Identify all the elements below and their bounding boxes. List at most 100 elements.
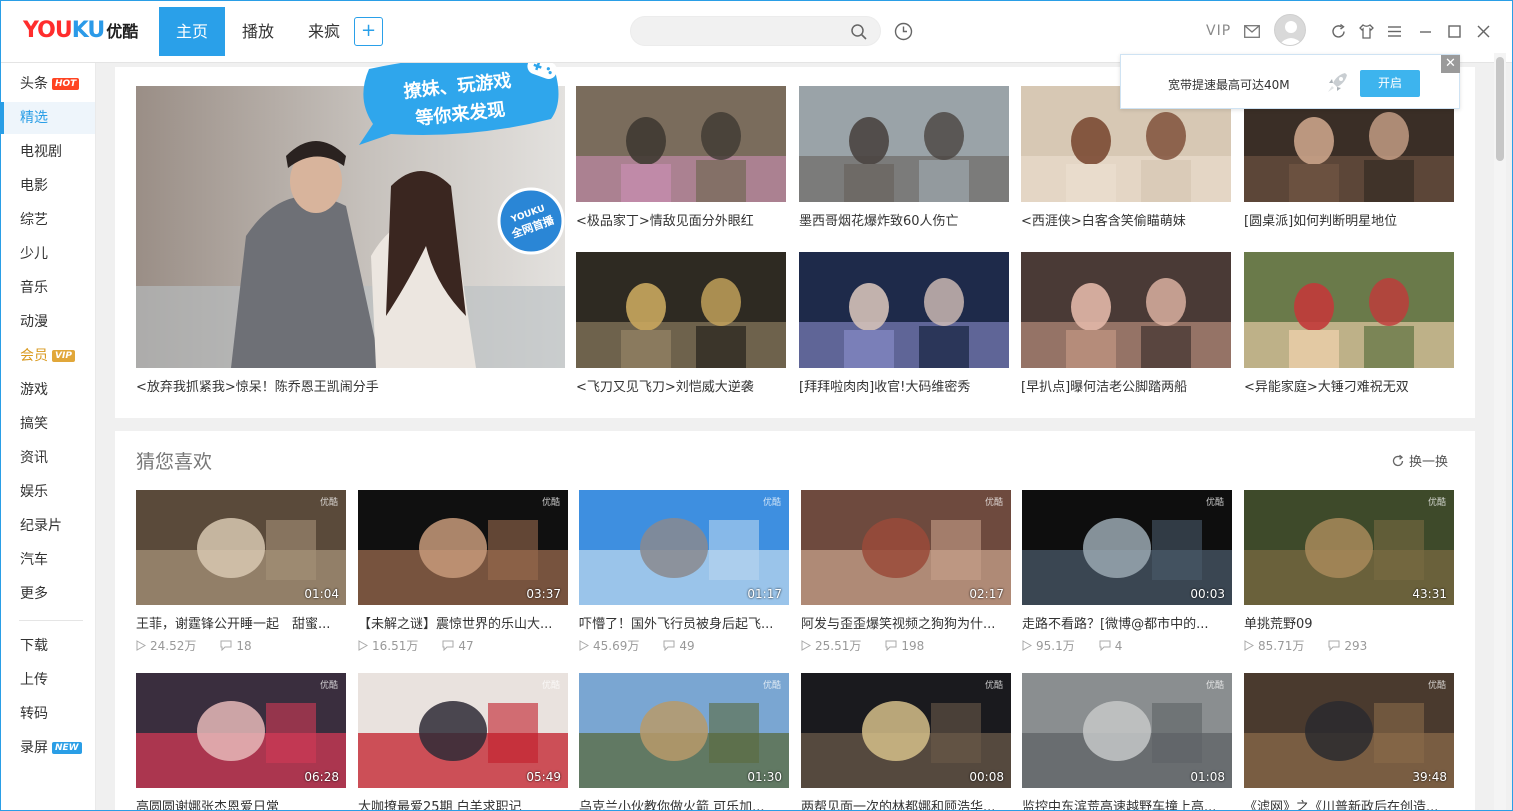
video-thumbnail[interactable]: 优酷 01:04 (136, 490, 346, 605)
featured-caption[interactable]: [拜拜啦肉肉]收官!大码维密秀 (799, 376, 1009, 395)
sidebar-item-transcode[interactable]: 转码 (1, 698, 95, 730)
sidebar-item-headline[interactable]: 头条 HOT (1, 68, 95, 100)
youku-window: YOUKU 优酷 主页 播放 来疯 + VIP 头条 HOT 精选 电视剧 电影… (0, 0, 1513, 811)
video-title[interactable]: 阿发与歪歪爆笑视频之狗狗为什... (801, 613, 1011, 632)
close-icon[interactable] (1475, 23, 1492, 40)
video-meta: 95.1万 4 (1022, 637, 1126, 654)
video-title[interactable]: 走路不看路？[微博@都市中的... (1022, 613, 1232, 632)
sidebar-item-anime[interactable]: 动漫 (1, 306, 95, 338)
play-count-icon (136, 640, 146, 651)
video-thumbnail[interactable]: 优酷 01:30 (579, 673, 789, 788)
video-views: 95.1万 (1036, 639, 1075, 653)
menu-icon[interactable] (1386, 23, 1403, 40)
add-tab-button[interactable]: + (354, 17, 383, 46)
sidebar-item-featured[interactable]: 精选 (1, 102, 95, 134)
logo-en: YOUKU (23, 18, 105, 43)
sidebar-item-music[interactable]: 音乐 (1, 272, 95, 304)
featured-image (799, 252, 1009, 368)
search-box (630, 16, 881, 46)
video-duration: 39:48 (1412, 770, 1447, 784)
video-title[interactable]: 大咖撩最爱25期 白羊求职记 (358, 796, 568, 810)
featured-main-caption[interactable]: <放弃我抓紧我>惊呆！陈乔恩王凯闹分手 (136, 376, 565, 395)
tab-home[interactable]: 主页 (159, 7, 225, 56)
video-meta: 24.52万 18 (136, 637, 256, 654)
video-title[interactable]: 高圆圆谢娜张杰恩爱日常 (136, 796, 346, 810)
featured-thumbnail[interactable] (576, 86, 786, 202)
sidebar-item-documentary[interactable]: 纪录片 (1, 510, 95, 542)
skin-shirt-icon[interactable] (1358, 23, 1375, 40)
video-duration: 01:17 (747, 587, 782, 601)
sidebar-item-auto[interactable]: 汽车 (1, 544, 95, 576)
video-thumbnail[interactable]: 优酷 01:08 (1022, 673, 1232, 788)
featured-caption[interactable]: <异能家庭>大锤刁难祝无双 (1244, 376, 1454, 395)
sidebar-item-download[interactable]: 下载 (1, 630, 95, 662)
video-watermark: 优酷 (1205, 498, 1224, 508)
scrollbar-thumb[interactable] (1496, 57, 1504, 161)
featured-thumbnail[interactable] (576, 252, 786, 368)
video-thumbnail[interactable]: 优酷 05:49 (358, 673, 568, 788)
video-thumbnail[interactable]: 优酷 02:17 (801, 490, 1011, 605)
maximize-icon[interactable] (1446, 23, 1463, 40)
featured-caption[interactable]: 墨西哥烟花爆炸致60人伤亡 (799, 210, 1009, 229)
comment-icon (442, 640, 454, 651)
sidebar-item-more[interactable]: 更多 (1, 578, 95, 610)
featured-thumbnail[interactable] (1244, 252, 1454, 368)
sidebar-item-kids[interactable]: 少儿 (1, 238, 95, 270)
play-count-icon (801, 640, 811, 651)
video-title[interactable]: 吓懵了！国外飞行员被身后起飞... (579, 613, 789, 632)
video-thumbnail[interactable]: 优酷 43:31 (1244, 490, 1454, 605)
minimize-icon[interactable] (1417, 23, 1434, 40)
video-title[interactable]: 两帮见面一次的林都娜和顾浩华... (801, 796, 1011, 810)
featured-caption[interactable]: <极品家丁>情敌见面分外眼红 (576, 210, 786, 229)
video-title[interactable]: 监控中东滨荒高速越野车撞上高... (1022, 796, 1232, 810)
video-thumbnail[interactable]: 优酷 06:28 (136, 673, 346, 788)
notice-close-button[interactable]: ✕ (1441, 55, 1460, 73)
featured-thumbnail[interactable] (1021, 252, 1231, 368)
sidebar-item-upload[interactable]: 上传 (1, 664, 95, 696)
video-meta: 85.71万 293 (1244, 637, 1371, 654)
search-input[interactable] (643, 21, 843, 41)
mail-icon[interactable] (1244, 25, 1260, 38)
video-title[interactable]: 王菲，谢霆锋公开睡一起 甜蜜... (136, 613, 346, 632)
sidebar-item-member[interactable]: 会员 VIP (1, 340, 95, 372)
tab-play[interactable]: 播放 (225, 7, 291, 56)
video-thumbnail[interactable]: 优酷 00:03 (1022, 490, 1232, 605)
video-thumbnail[interactable]: 优酷 03:37 (358, 490, 568, 605)
refresh-icon[interactable] (1330, 23, 1347, 40)
video-comments: 49 (679, 638, 695, 653)
sidebar-item-variety[interactable]: 综艺 (1, 204, 95, 236)
sidebar-item-record[interactable]: 录屏 NEW (1, 732, 95, 764)
youku-logo[interactable]: YOUKU 优酷 (23, 18, 138, 46)
featured-caption[interactable]: [早扒点]曝何洁老公脚踏两船 (1021, 376, 1231, 395)
user-avatar[interactable] (1274, 14, 1306, 46)
swap-batch-button[interactable]: 换一换 (1391, 451, 1448, 470)
video-thumbnail[interactable]: 优酷 01:17 (579, 490, 789, 605)
vip-link[interactable]: VIP (1206, 23, 1231, 39)
video-duration: 02:17 (969, 587, 1004, 601)
featured-thumbnail[interactable] (799, 252, 1009, 368)
scrollbar[interactable] (1494, 53, 1506, 810)
search-icon[interactable] (850, 23, 868, 41)
history-clock-icon[interactable] (894, 22, 913, 41)
enable-boost-button[interactable]: 开启 (1360, 70, 1420, 97)
sidebar-item-funny[interactable]: 搞笑 (1, 408, 95, 440)
featured-thumbnail[interactable] (799, 86, 1009, 202)
video-title[interactable]: 【未解之谜】震惊世界的乐山大... (358, 613, 568, 632)
sidebar-item-news[interactable]: 资讯 (1, 442, 95, 474)
guess-panel: 猜您喜欢 换一换 优酷 01:04 王菲，谢霆锋公开睡一起 甜蜜... 24.52… (115, 431, 1475, 810)
featured-caption[interactable]: [圆桌派]如何判断明星地位 (1244, 210, 1454, 229)
sidebar-item-movie[interactable]: 电影 (1, 170, 95, 202)
featured-caption[interactable]: <西涯侠>白客含笑偷瞄萌妹 (1021, 210, 1231, 229)
featured-caption[interactable]: <飞刀又见飞刀>刘恺威大逆袭 (576, 376, 786, 395)
video-title[interactable]: 乌克兰小伙教你做火箭 可乐加... (579, 796, 789, 810)
video-title[interactable]: 《滤网》之《川普新政后在创造... (1244, 796, 1454, 810)
video-duration: 01:08 (1190, 770, 1225, 784)
sidebar-item-entertainment[interactable]: 娱乐 (1, 476, 95, 508)
sidebar-item-games[interactable]: 游戏 (1, 374, 95, 406)
sidebar-item-tv[interactable]: 电视剧 (1, 136, 95, 168)
tab-laifeng[interactable]: 来疯 (291, 7, 357, 56)
video-thumbnail[interactable]: 优酷 39:48 (1244, 673, 1454, 788)
video-title[interactable]: 单挑荒野09 (1244, 613, 1454, 632)
video-views: 85.71万 (1258, 639, 1305, 653)
video-thumbnail[interactable]: 优酷 00:08 (801, 673, 1011, 788)
